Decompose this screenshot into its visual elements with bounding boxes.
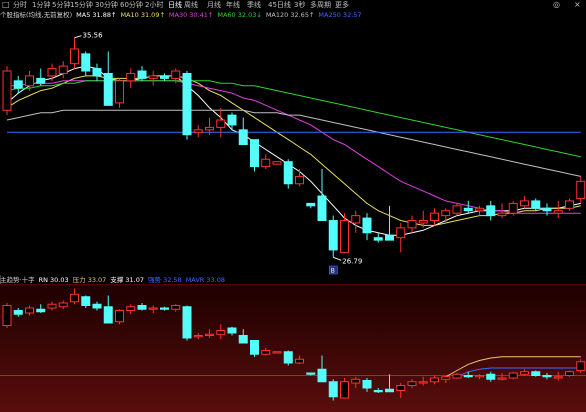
sub-indicator-bar: 主趋势·十字 RN 30.03 压力 33.07 支撑 31.07 强势 32.58 MA… — [0, 275, 586, 285]
indicator-value: 强势 32.58 — [148, 276, 182, 284]
indicator-value: 压力 33.07 — [72, 276, 107, 284]
indicator-value: MA5 31.88↑ — [76, 11, 117, 19]
close-icon[interactable]: × — [574, 0, 581, 10]
sub-candle[interactable] — [2, 303, 12, 328]
candle[interactable] — [2, 66, 12, 116]
candle[interactable] — [272, 161, 282, 165]
settings-icon[interactable]: ◎ — [553, 0, 560, 10]
sub-candle[interactable] — [283, 350, 293, 366]
period-toolbar: □ 分时 1分钟 5分钟 15分钟 30分钟 60分钟 2小时 日线 周线 月线 年线 季线 45日线 3秒… — [0, 0, 586, 10]
indicator-value: 支撑 31.07 — [110, 276, 145, 284]
sub-candle[interactable] — [182, 305, 192, 341]
period-tab[interactable]: 年线 — [226, 0, 240, 10]
indicator-value: MA30 30.41↑ — [168, 11, 214, 19]
indicator-value: RN 30.03 — [38, 276, 69, 284]
sub-candle[interactable] — [576, 359, 586, 373]
indicator-value: MA120 32.65↑ — [265, 11, 315, 19]
period-tab[interactable]: 60分钟 — [120, 0, 143, 10]
indicator-name[interactable]: 主趋势·十字 — [0, 276, 35, 284]
sub-candle[interactable] — [115, 309, 124, 325]
indicator-name[interactable]: 个股指标(均线,无前复权) — [0, 11, 72, 19]
candle[interactable] — [182, 71, 192, 140]
period-tab[interactable]: 月线 — [207, 0, 221, 10]
indicator-value: MAVR 33.08 — [185, 276, 225, 284]
period-tab[interactable]: 30分钟 — [95, 0, 118, 10]
chart-menu-icon[interactable]: □ — [2, 0, 10, 10]
indicator-value: MA10 31.09↑ — [120, 11, 165, 19]
indicator-value: MA250 32.57 — [318, 11, 362, 19]
sub-candle[interactable] — [565, 370, 574, 377]
period-tab[interactable]: 45日线 — [268, 0, 291, 10]
period-tab[interactable]: 分时 — [13, 0, 27, 10]
indicator-value: MA60 32.03↓ — [217, 11, 262, 19]
period-tab[interactable]: 3秒 — [294, 0, 305, 10]
sub-candle[interactable] — [452, 373, 462, 380]
candle[interactable] — [283, 159, 293, 189]
candle[interactable] — [115, 78, 124, 108]
period-tab[interactable]: 1分钟 — [32, 0, 50, 10]
main-indicator-bar: 个股指标(均线,无前复权) MA5 31.88↑ MA10 31.09↑ MA30 3… — [0, 10, 586, 20]
sub-candle[interactable] — [272, 351, 282, 354]
period-tab[interactable]: 2小时 — [145, 0, 163, 10]
kline-chart[interactable]: 35.56 26.79 B — [0, 0, 586, 412]
period-tab[interactable]: 更多 — [335, 0, 349, 10]
period-tab[interactable]: 周线 — [184, 0, 198, 10]
candle[interactable] — [250, 139, 259, 172]
period-tab[interactable]: 多周期 — [310, 0, 331, 10]
high-price-label: 35.56 — [83, 32, 104, 40]
period-tab[interactable]: 季线 — [247, 0, 261, 10]
sub-candle[interactable] — [250, 340, 259, 357]
buy-signal-label: B — [331, 268, 335, 275]
sub-candle[interactable] — [531, 370, 541, 377]
period-tab[interactable]: 日线 — [168, 0, 182, 10]
sub-candle[interactable] — [508, 371, 518, 380]
period-tab[interactable]: 15分钟 — [70, 0, 93, 10]
candle[interactable] — [508, 200, 518, 216]
period-tab[interactable]: 5分钟 — [52, 0, 70, 10]
low-price-label: 26.79 — [342, 257, 362, 265]
